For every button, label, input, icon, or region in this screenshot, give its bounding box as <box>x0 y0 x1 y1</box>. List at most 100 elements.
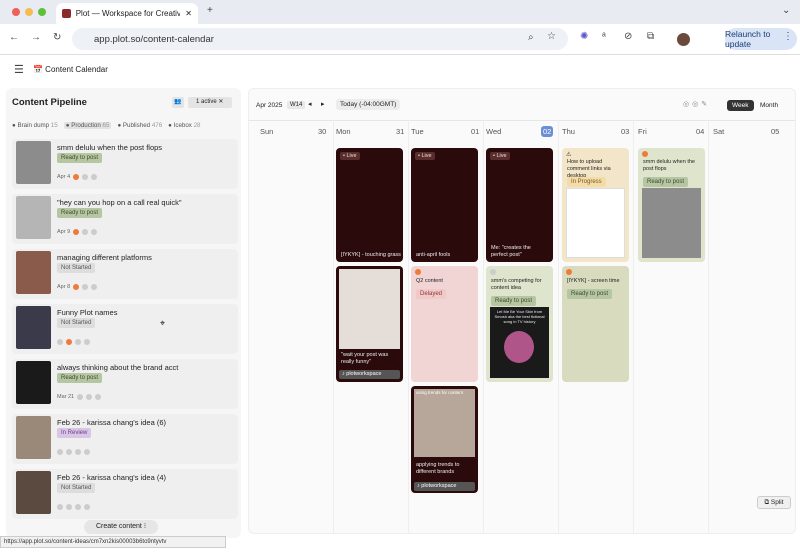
status-bar-url: https://app.plot.so/content-ideas/cm7xn2… <box>0 536 226 548</box>
profile-avatar[interactable] <box>677 33 690 46</box>
tab-label: Published <box>122 122 151 129</box>
calendar-card[interactable]: • Live anti-april fools <box>411 148 478 262</box>
tab-label: Brain dump <box>17 122 50 129</box>
assignee-filter-icon[interactable]: 👥 <box>172 97 184 108</box>
active-filter-chip[interactable]: 1 active ✕ <box>188 97 232 108</box>
extension3-icon[interactable]: ⊘ <box>624 31 632 42</box>
reload-icon[interactable]: ↻ <box>53 32 61 43</box>
card-title: "wait your post was really funny" <box>341 352 389 366</box>
close-tab-icon[interactable]: ✕ <box>185 9 192 18</box>
status-badge: Not Started <box>57 263 96 273</box>
month-view-button[interactable]: Month <box>760 102 778 109</box>
calendar-card[interactable]: smm delulu when the post flops Ready to … <box>638 148 705 262</box>
assignee-icon <box>642 151 648 157</box>
card-preview-image: using trends for content <box>414 389 475 457</box>
assignee-icon <box>66 339 72 345</box>
pipeline-tabs: ● Brain dump 15 ● Production 65 ● Publis… <box>12 122 200 129</box>
tab-count: 15 <box>50 122 58 129</box>
calendar-card[interactable]: "wait your post was really funny" ♪ plot… <box>336 266 403 382</box>
item-meta <box>57 504 90 510</box>
card-handle: ♪ plotworkspace <box>414 482 475 491</box>
pipeline-item[interactable]: always thinking about the brand acct Rea… <box>12 359 238 409</box>
browser-tab[interactable]: Plot — Workspace for Creativ ✕ <box>56 3 198 24</box>
item-meta: Apr 8 <box>57 284 98 290</box>
pipeline-item[interactable]: Funny Plot names Not Started <box>12 304 238 354</box>
status-badge: In Progress <box>567 177 606 187</box>
day-divider <box>708 120 709 534</box>
platform-icon <box>95 394 102 400</box>
pipeline-item[interactable]: smm delulu when the post flops Ready to … <box>12 139 238 189</box>
calendar-card[interactable]: • Live [IYKYK] - touching grass <box>336 148 403 262</box>
tab-search-icon[interactable]: ⌄ <box>782 5 790 16</box>
card-type-icon: ⚠ <box>566 152 572 158</box>
assignee-icon <box>77 394 84 400</box>
status-badge: Ready to post <box>57 373 103 383</box>
card-title: Q2 content <box>416 278 443 284</box>
zoom-search-icon[interactable]: ⌕ <box>528 32 534 43</box>
comment-icon <box>75 449 81 455</box>
assignee-icon <box>415 269 421 275</box>
extension2-icon[interactable]: ᵃ <box>602 31 606 42</box>
item-thumbnail <box>16 361 51 404</box>
extension-icon[interactable]: ✺ <box>580 31 588 42</box>
pipeline-item[interactable]: Feb 26 - karissa chang's idea (4) Not St… <box>12 469 238 519</box>
comment-icon <box>75 504 81 510</box>
item-title: Funny Plot names <box>57 308 118 317</box>
url-text: app.plot.so/content-calendar <box>94 33 214 45</box>
week-view-button[interactable]: Week <box>727 100 754 111</box>
forward-icon[interactable]: → <box>31 32 41 43</box>
view-tools-icon[interactable]: ◎◎✎ <box>683 100 710 108</box>
maximize-window-button[interactable] <box>38 8 46 16</box>
split-button[interactable]: ⧉ Split <box>757 496 791 509</box>
week-number: W14 <box>287 101 306 109</box>
url-field[interactable]: app.plot.so/content-calendar <box>72 28 568 50</box>
calendar-card[interactable]: • Live Me: "creates the perfect post" <box>486 148 553 262</box>
item-meta <box>57 449 90 455</box>
item-thumbnail <box>16 141 51 184</box>
bookmark-star-icon[interactable]: ☆ <box>547 31 556 42</box>
hamburger-menu-icon[interactable]: ☰ <box>14 63 24 76</box>
day-divider <box>558 120 559 534</box>
tab-production[interactable]: ● Production 65 <box>63 122 112 129</box>
pipeline-item[interactable]: managing different platforms Not Started… <box>12 249 238 299</box>
back-icon[interactable]: ← <box>9 32 19 43</box>
calendar-card[interactable]: ⚠ How to upload comment links via deskto… <box>562 148 629 262</box>
item-meta: Mar 21 <box>57 394 102 400</box>
pipeline-item[interactable]: Feb 26 - karissa chang's idea (6) In Rev… <box>12 414 238 464</box>
item-thumbnail <box>16 306 51 349</box>
assignee-icon <box>73 284 80 290</box>
card-title: [IYKYK] - touching grass <box>341 252 401 258</box>
new-tab-icon[interactable]: + <box>207 5 213 16</box>
calendar-card[interactable]: using trends for content applying trends… <box>411 386 478 493</box>
calendar-card[interactable]: [IYKYK] - screen time Ready to post <box>562 266 629 382</box>
item-meta: Apr 9 <box>57 229 98 235</box>
header-divider <box>249 120 795 121</box>
tab-published[interactable]: ● Published 476 <box>117 122 162 129</box>
comment-icon <box>75 339 81 345</box>
browser-tabstrip: Plot — Workspace for Creativ ✕ + ⌄ <box>0 0 800 24</box>
item-title: managing different platforms <box>57 253 152 262</box>
day-number: 30 <box>318 127 327 136</box>
minimize-window-button[interactable] <box>25 8 33 16</box>
prev-week-icon[interactable]: ◂ <box>308 100 312 108</box>
platform-icon <box>84 504 90 510</box>
day-name: Thu <box>562 127 575 136</box>
day-name: Wed <box>486 127 502 136</box>
calendar-card[interactable]: smm's competing for content idea Ready t… <box>486 266 553 382</box>
tab-icebox[interactable]: ● Icebox 28 <box>168 122 200 129</box>
pipeline-item[interactable]: "hey can you hop on a call real quick" R… <box>12 194 238 244</box>
today-button[interactable]: Today (-04:00GMT) <box>336 99 401 110</box>
tab-brain-dump[interactable]: ● Brain dump 15 <box>12 122 58 129</box>
handle-text: plotworkspace <box>346 371 382 377</box>
tab-label: Production <box>71 122 101 129</box>
status-badge: Ready to post <box>643 177 689 187</box>
create-content-button[interactable]: Create content ⁝ <box>84 520 158 534</box>
card-preview-image <box>566 188 625 258</box>
browser-menu-icon[interactable]: ⋮ <box>783 31 793 42</box>
calendar-card[interactable]: Q2 content Delayed <box>411 266 478 382</box>
next-week-icon[interactable]: ▸ <box>321 100 325 108</box>
close-window-button[interactable] <box>12 8 20 16</box>
day-divider <box>483 120 484 534</box>
pipeline-title: Content Pipeline <box>12 97 87 108</box>
extensions-puzzle-icon[interactable]: ⧉ <box>647 31 654 42</box>
